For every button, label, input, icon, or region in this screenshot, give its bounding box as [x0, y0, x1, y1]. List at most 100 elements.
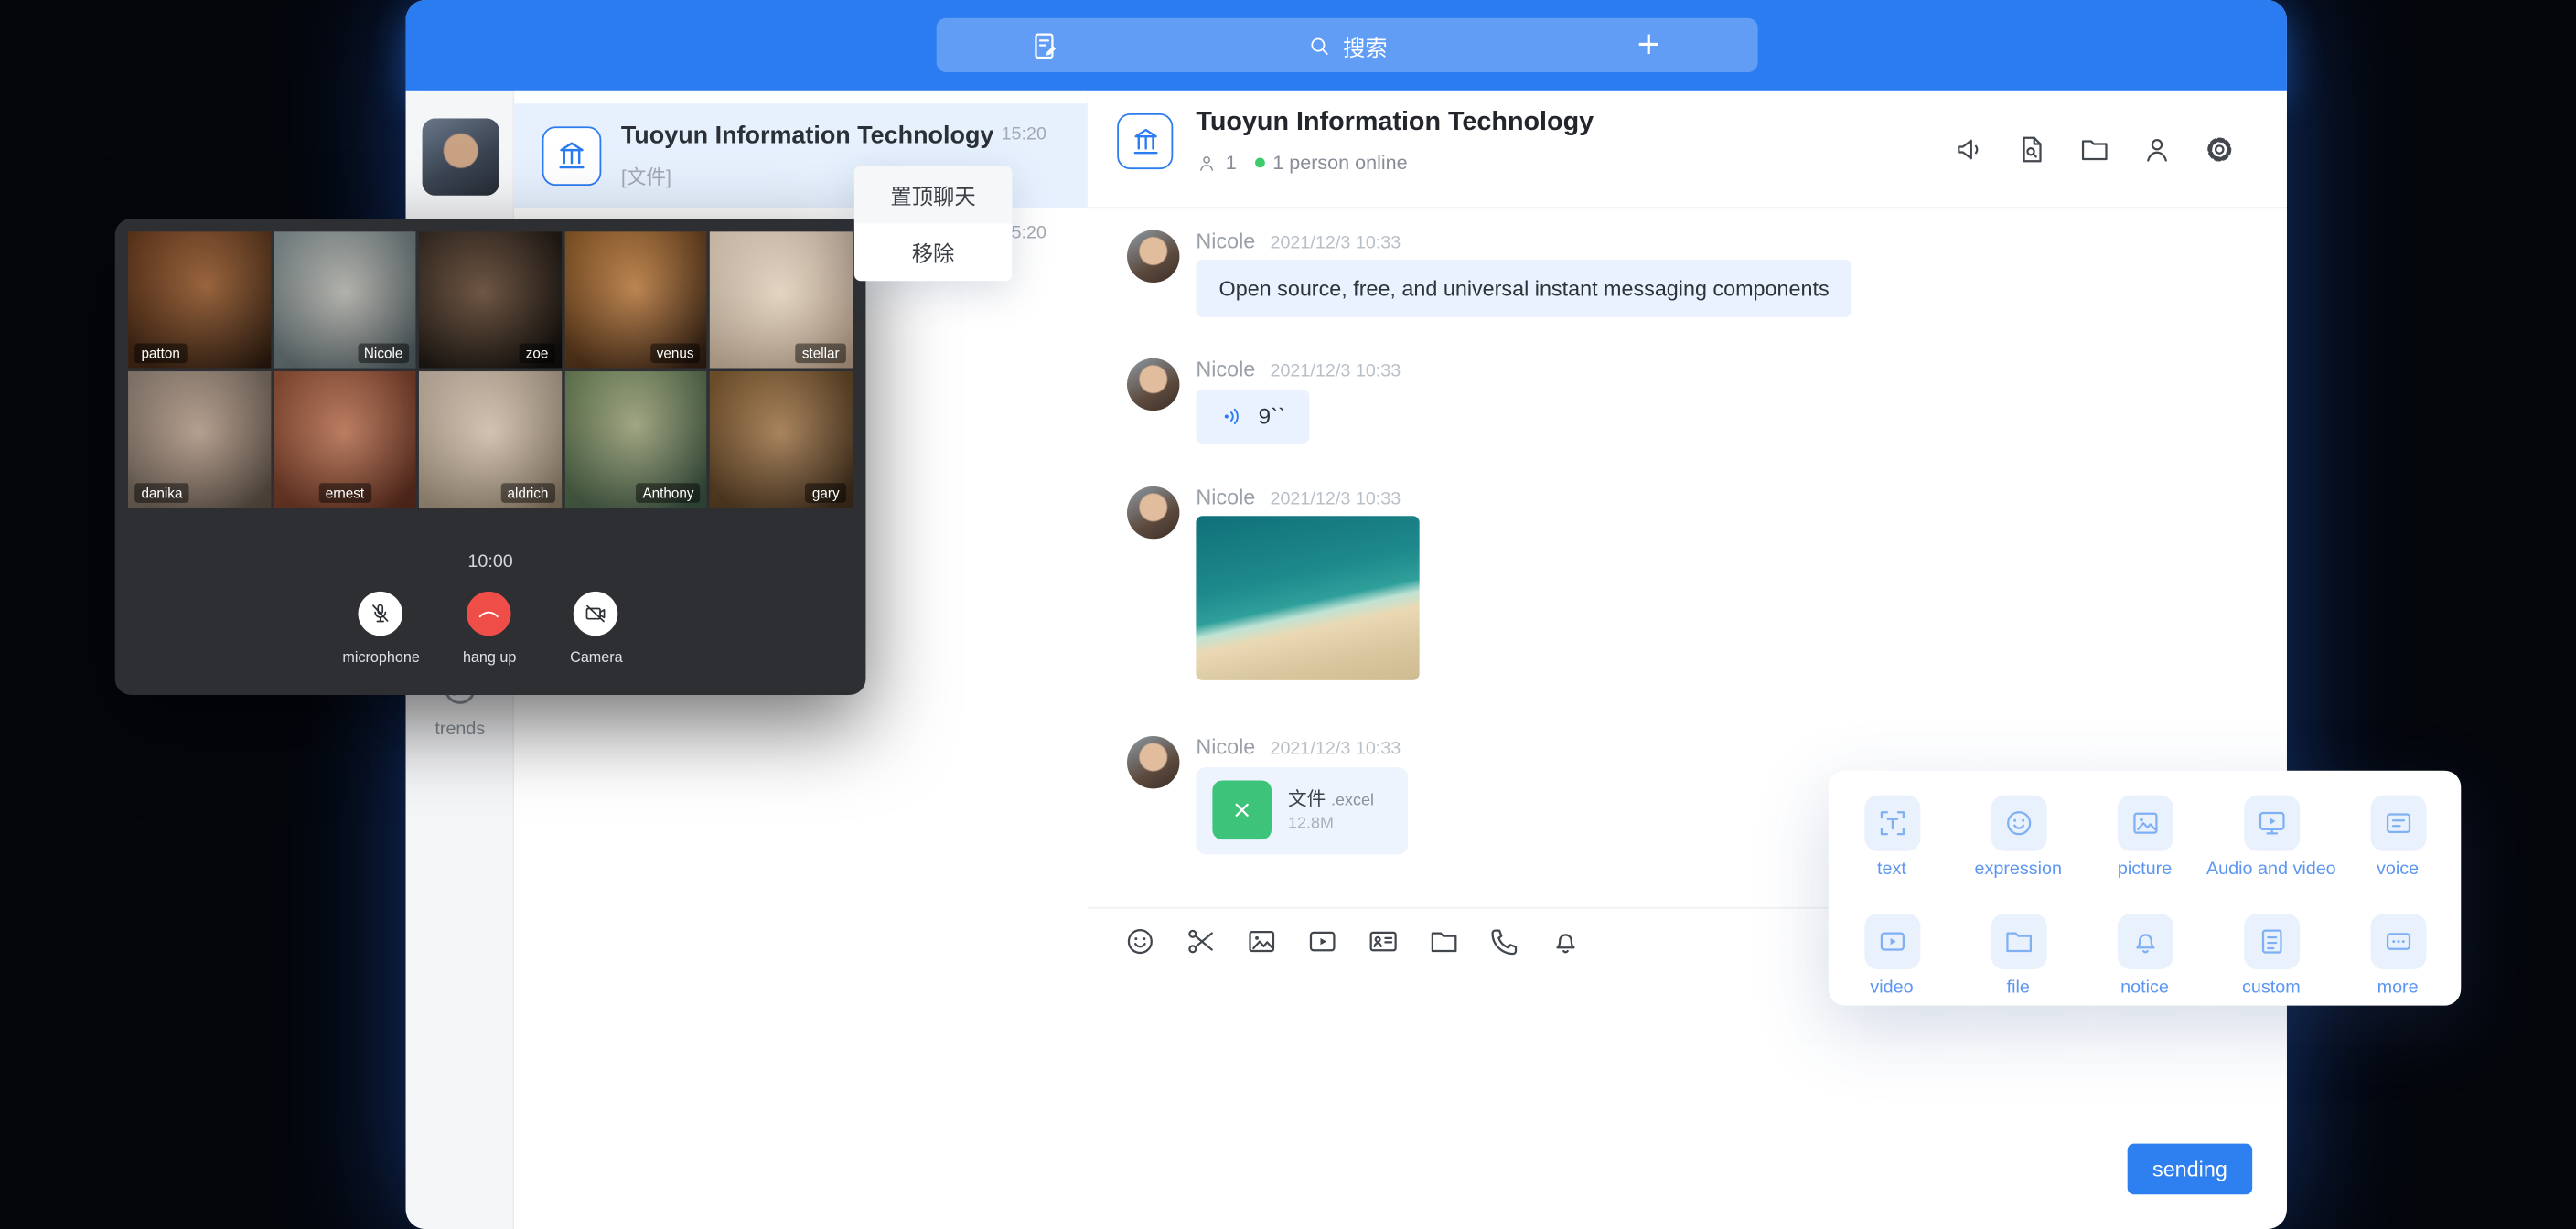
video-clip-icon[interactable]	[1306, 924, 1339, 957]
mic-off-icon	[368, 602, 392, 626]
hang-up-button[interactable]	[467, 592, 510, 636]
feature-audio-video[interactable]: Audio and video	[2208, 771, 2334, 888]
camera-off-icon	[584, 602, 608, 626]
participant-name: gary	[806, 483, 846, 503]
text-icon	[1863, 796, 1919, 851]
picture-icon	[2117, 796, 2173, 851]
message-meta: Nicole 2021/12/3 10:33	[1196, 485, 1401, 509]
notice-bell-icon	[2117, 913, 2173, 968]
emoji-icon[interactable]	[1123, 924, 1156, 957]
voice-icon	[2370, 796, 2426, 851]
expression-icon	[1991, 796, 2046, 851]
conversation-time: 15:20	[1002, 125, 1046, 145]
audio-video-icon	[2243, 796, 2299, 851]
conversation-subtitle: [文件]	[621, 163, 671, 191]
feature-file[interactable]: file	[1955, 888, 2081, 1005]
message-meta: Nicole 2021/12/3 10:33	[1196, 734, 1401, 759]
feature-video[interactable]: video	[1829, 888, 1955, 1005]
participant-name: Anthony	[636, 483, 700, 503]
online-status: 1 person online	[1272, 151, 1407, 174]
speaker-icon	[1219, 402, 1248, 431]
chat-header: Tuoyun Information Technology 1 1 person…	[1088, 91, 2287, 208]
participant-tile: ernest	[274, 371, 416, 508]
stage: 搜索 + trends	[0, 0, 2576, 1229]
participant-tile: danika	[128, 371, 271, 508]
sender-name: Nicole	[1196, 357, 1255, 381]
participant-name: ernest	[319, 483, 371, 503]
top-bar: 搜索 +	[406, 0, 2287, 91]
file-attachment-card[interactable]: 文件 .excel 12.8M	[1196, 767, 1408, 854]
voice-bubble[interactable]: 9``	[1196, 390, 1308, 444]
feature-label: voice	[2377, 860, 2419, 880]
avatar[interactable]	[1127, 230, 1179, 283]
send-button[interactable]: sending	[2128, 1144, 2252, 1195]
member-icon[interactable]	[2141, 134, 2174, 166]
plus-icon: +	[1637, 26, 1660, 65]
participant-name: zoe	[520, 343, 555, 363]
feature-voice[interactable]: voice	[2334, 771, 2461, 888]
message-time: 2021/12/3 10:33	[1270, 233, 1401, 253]
file-search-icon[interactable]	[2016, 134, 2049, 166]
microphone-toggle-button[interactable]	[359, 592, 402, 636]
participant-grid: patton Nicole zoe venus stellar danika e…	[128, 231, 853, 508]
search-icon	[1305, 32, 1332, 59]
file-size: 12.8M	[1288, 815, 1334, 833]
avatar[interactable]	[1127, 358, 1179, 411]
sender-name: Nicole	[1196, 485, 1255, 509]
feature-text[interactable]: text	[1829, 771, 1955, 888]
feature-label: file	[2007, 977, 2030, 997]
feature-label: Audio and video	[2206, 860, 2336, 880]
search-input[interactable]: 搜索	[1153, 18, 1540, 72]
screenshot-scissors-icon[interactable]	[1185, 924, 1218, 957]
conversation-title: Tuoyun Information Technology	[621, 122, 994, 150]
excel-file-icon	[1212, 780, 1272, 839]
menu-item-remove[interactable]: 移除	[854, 223, 1012, 281]
custom-document-icon	[2243, 913, 2299, 968]
image-attachment[interactable]	[1196, 516, 1419, 680]
my-avatar[interactable]	[423, 118, 499, 195]
participant-name: aldrich	[500, 483, 554, 503]
participant-name: stellar	[796, 343, 846, 363]
video-call-window[interactable]: patton Nicole zoe venus stellar danika e…	[115, 219, 866, 695]
avatar[interactable]	[1127, 486, 1179, 539]
video-icon	[1863, 913, 1919, 968]
online-dot	[1255, 157, 1265, 167]
trends-label: trends	[406, 720, 515, 740]
feature-label: text	[1877, 860, 1906, 880]
search-placeholder: 搜索	[1343, 28, 1387, 61]
settings-gear-icon[interactable]	[2203, 134, 2236, 166]
feature-more[interactable]: more	[2334, 888, 2461, 1005]
folder-icon[interactable]	[2078, 134, 2111, 166]
participant-tile: gary	[711, 371, 853, 508]
folder-icon[interactable]	[1428, 924, 1461, 957]
feature-picture[interactable]: picture	[2081, 771, 2207, 888]
message-meta: Nicole 2021/12/3 10:33	[1196, 229, 1401, 253]
feature-label: custom	[2242, 977, 2301, 997]
participant-tile: Anthony	[564, 371, 707, 508]
announcement-icon[interactable]	[1953, 134, 1986, 166]
participant-tile: Nicole	[274, 231, 416, 368]
participant-tile: aldrich	[419, 371, 562, 508]
menu-item-pin-chat[interactable]: 置顶聊天	[854, 166, 1012, 223]
message-time: 2021/12/3 10:33	[1270, 361, 1401, 381]
camera-toggle-button[interactable]	[574, 592, 617, 636]
group-building-icon	[1117, 113, 1173, 169]
call-phone-icon[interactable]	[1488, 924, 1521, 957]
chat-subheader: 1 1 person online	[1196, 151, 1407, 174]
feature-expression[interactable]: expression	[1955, 771, 2081, 888]
contact-card-icon[interactable]	[1367, 924, 1400, 957]
call-elapsed-time: 10:00	[115, 552, 866, 572]
notification-bell-icon[interactable]	[1550, 924, 1583, 957]
add-button[interactable]: +	[1540, 18, 1757, 72]
feature-panel: text expression picture	[1829, 771, 2461, 1006]
notes-button[interactable]	[936, 18, 1153, 72]
text-bubble: Open source, free, and universal instant…	[1196, 260, 1852, 317]
image-icon[interactable]	[1245, 924, 1278, 957]
feature-notice[interactable]: notice	[2081, 888, 2207, 1005]
participant-name: venus	[650, 343, 701, 363]
participant-name: patton	[134, 343, 187, 363]
participant-tile: venus	[564, 231, 707, 368]
avatar[interactable]	[1127, 736, 1179, 788]
feature-custom[interactable]: custom	[2208, 888, 2334, 1005]
notepad-icon	[1027, 28, 1060, 61]
